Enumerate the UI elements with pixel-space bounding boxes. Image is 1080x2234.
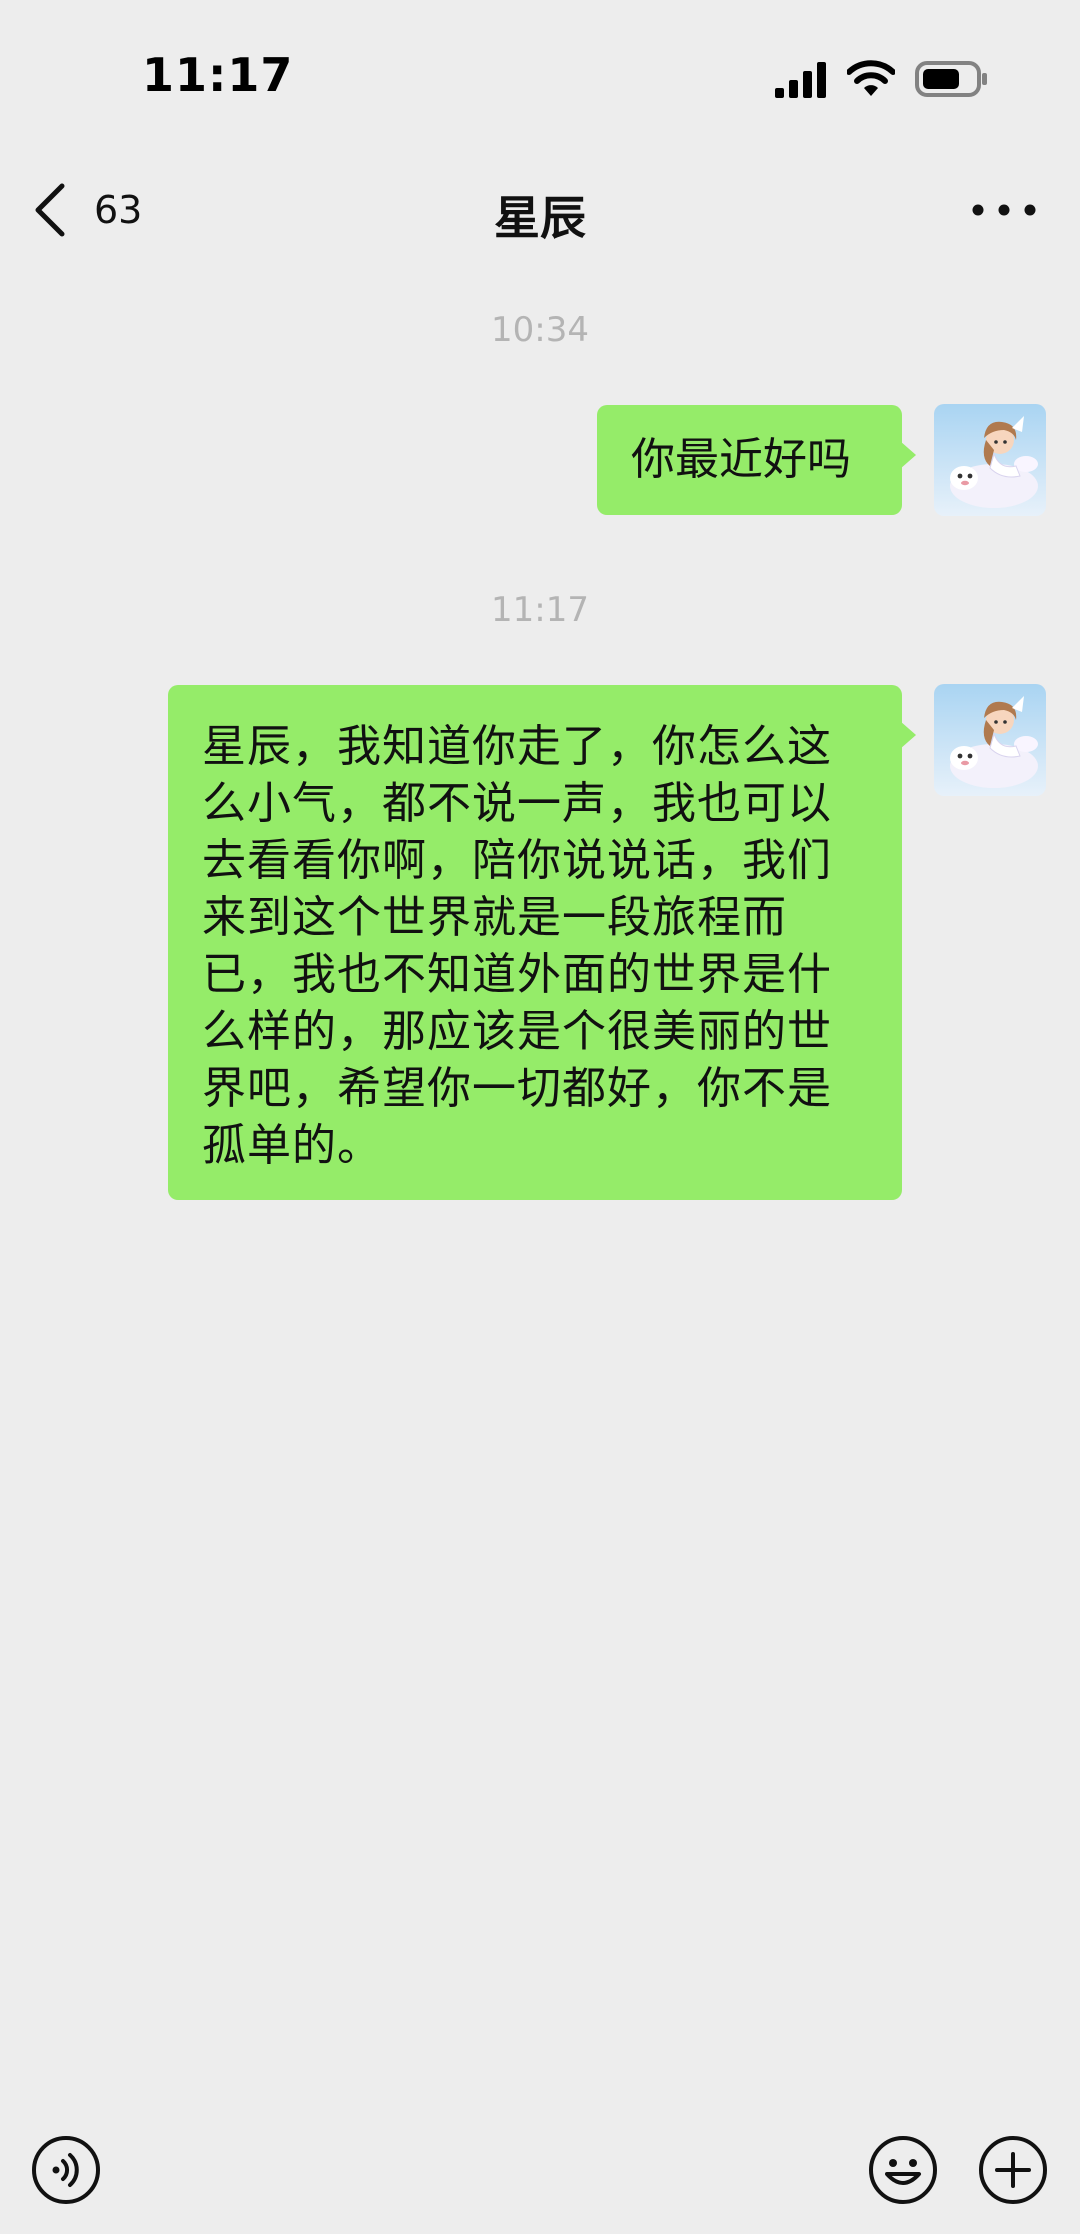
message-text-line: 么小气，都不说一声，我也可以 [202, 778, 832, 829]
message-text-line: 已，我也不知道外面的世界是什 [202, 949, 832, 1000]
emoji-button[interactable] [867, 2134, 939, 2206]
message-text-line: 孤单的。 [202, 1120, 382, 1171]
emoji-icon [869, 2136, 937, 2204]
avatar-illustration [934, 684, 1046, 796]
voice-input-button[interactable] [30, 2134, 102, 2206]
self-avatar[interactable] [934, 404, 1046, 516]
battery-icon [915, 61, 987, 97]
message-text-line: 去看看你啊，陪你说说话，我们 [202, 835, 832, 886]
self-avatar[interactable] [934, 684, 1046, 796]
more-horizontal-icon[interactable] [964, 190, 1044, 230]
message-text-line: 界吧，希望你一切都好，你不是 [202, 1063, 832, 1114]
nav-bar: 63 星辰 [0, 160, 1080, 260]
more-functions-button[interactable] [977, 2134, 1049, 2206]
wifi-icon [847, 60, 895, 96]
chat-screen: 11:17 63 星辰 10:34 你最近好吗 11:17 星辰，我知道你走了，… [0, 0, 1080, 2234]
message-timestamp: 10:34 [491, 310, 589, 350]
cellular-signal-icon [775, 62, 826, 98]
message-text-line: 么样的，那应该是个很美丽的世 [202, 1006, 832, 1057]
message-bubble[interactable]: 星辰，我知道你走了，你怎么这 么小气，都不说一声，我也可以 去看看你啊，陪你说说… [168, 685, 916, 1200]
plus-circle-icon [979, 2136, 1047, 2204]
voice-input-icon [32, 2136, 100, 2204]
message-bubble[interactable]: 你最近好吗 [597, 405, 916, 515]
chat-title: 星辰 [494, 191, 586, 245]
message-text: 你最近好吗 [631, 434, 851, 485]
avatar-illustration [934, 404, 1046, 516]
status-time: 11:17 [142, 48, 294, 102]
message-text-line: 星辰，我知道你走了，你怎么这 [202, 721, 832, 772]
message-timestamp: 11:17 [491, 590, 589, 630]
status-bar: 11:17 [0, 0, 1080, 150]
message-text-line: 来到这个世界就是一段旅程而 [202, 892, 787, 943]
